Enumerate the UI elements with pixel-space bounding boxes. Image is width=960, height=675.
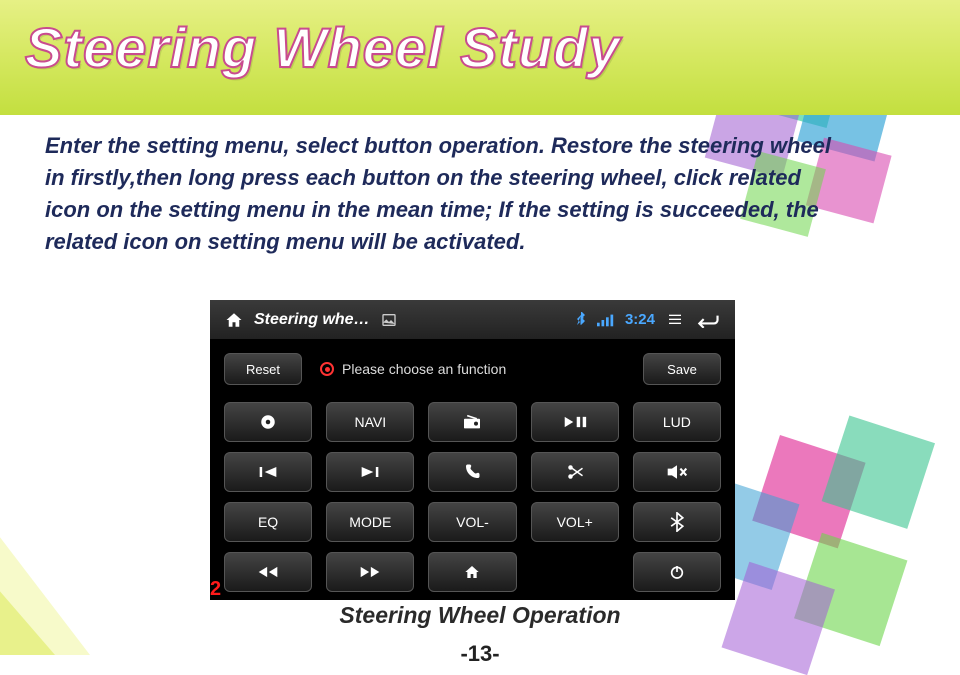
volup-label: VOL+ — [557, 514, 593, 530]
status-title: Steering whe… — [254, 311, 370, 329]
screenshot-caption: Steering Wheel Operation — [0, 602, 960, 629]
navi-label: NAVI — [354, 414, 386, 430]
signal-icon — [597, 313, 615, 327]
phone-icon — [463, 463, 481, 481]
home-grid-icon — [463, 564, 481, 580]
reset-button[interactable]: Reset — [224, 353, 302, 385]
playpause-button[interactable] — [531, 402, 619, 442]
forward-icon — [359, 565, 381, 579]
voldown-button[interactable]: VOL- — [428, 502, 516, 542]
menu-list-icon[interactable] — [665, 312, 685, 328]
instruction-paragraph: Enter the setting menu, select button op… — [45, 130, 840, 258]
bluetooth-status-icon — [575, 312, 587, 328]
prev-button[interactable] — [224, 452, 312, 492]
caption-number: 2 — [210, 578, 221, 601]
rewind-icon — [257, 565, 279, 579]
page-title: Steering Wheel Study — [25, 15, 621, 80]
status-time: 3:24 — [625, 311, 655, 328]
lud-button[interactable]: LUD — [633, 402, 721, 442]
settings-cut-icon — [566, 463, 584, 481]
power-button[interactable] — [633, 552, 721, 592]
home-button[interactable] — [428, 552, 516, 592]
eq-button[interactable]: EQ — [224, 502, 312, 542]
action-row: Reset Please choose an function Save — [210, 340, 735, 398]
record-indicator-icon — [320, 362, 334, 376]
phone-button[interactable] — [428, 452, 516, 492]
device-screenshot: Steering whe… 3:24 Reset Please — [210, 300, 735, 600]
mode-label: MODE — [349, 514, 391, 530]
choose-function-message: Please choose an function — [302, 361, 643, 377]
choose-function-label: Please choose an function — [342, 361, 506, 377]
mute-icon — [666, 464, 688, 480]
disc-icon — [259, 413, 277, 431]
prev-icon — [258, 465, 278, 479]
voldown-label: VOL- — [456, 514, 489, 530]
return-icon[interactable] — [695, 312, 721, 328]
radio-button[interactable] — [428, 402, 516, 442]
home-icon[interactable] — [224, 311, 244, 329]
function-grid: NAVI LUD EQ MODE VOL- VOL+ — [210, 398, 735, 604]
save-button[interactable]: Save — [643, 353, 721, 385]
navi-button[interactable]: NAVI — [326, 402, 414, 442]
mute-button[interactable] — [633, 452, 721, 492]
next-icon — [360, 465, 380, 479]
disc-button[interactable] — [224, 402, 312, 442]
forward-button[interactable] — [326, 552, 414, 592]
playpause-icon — [563, 414, 587, 430]
status-bar: Steering whe… 3:24 — [210, 300, 735, 340]
eq-label: EQ — [258, 514, 278, 530]
rewind-button[interactable] — [224, 552, 312, 592]
bluetooth-icon — [670, 512, 684, 532]
mode-button[interactable]: MODE — [326, 502, 414, 542]
bluetooth-button[interactable] — [633, 502, 721, 542]
settings-cut-button[interactable] — [531, 452, 619, 492]
volup-button[interactable]: VOL+ — [531, 502, 619, 542]
page-number: -13- — [0, 641, 960, 667]
next-button[interactable] — [326, 452, 414, 492]
radio-icon — [462, 414, 482, 430]
power-icon — [669, 564, 685, 580]
lud-label: LUD — [663, 414, 691, 430]
image-icon[interactable] — [380, 312, 398, 328]
